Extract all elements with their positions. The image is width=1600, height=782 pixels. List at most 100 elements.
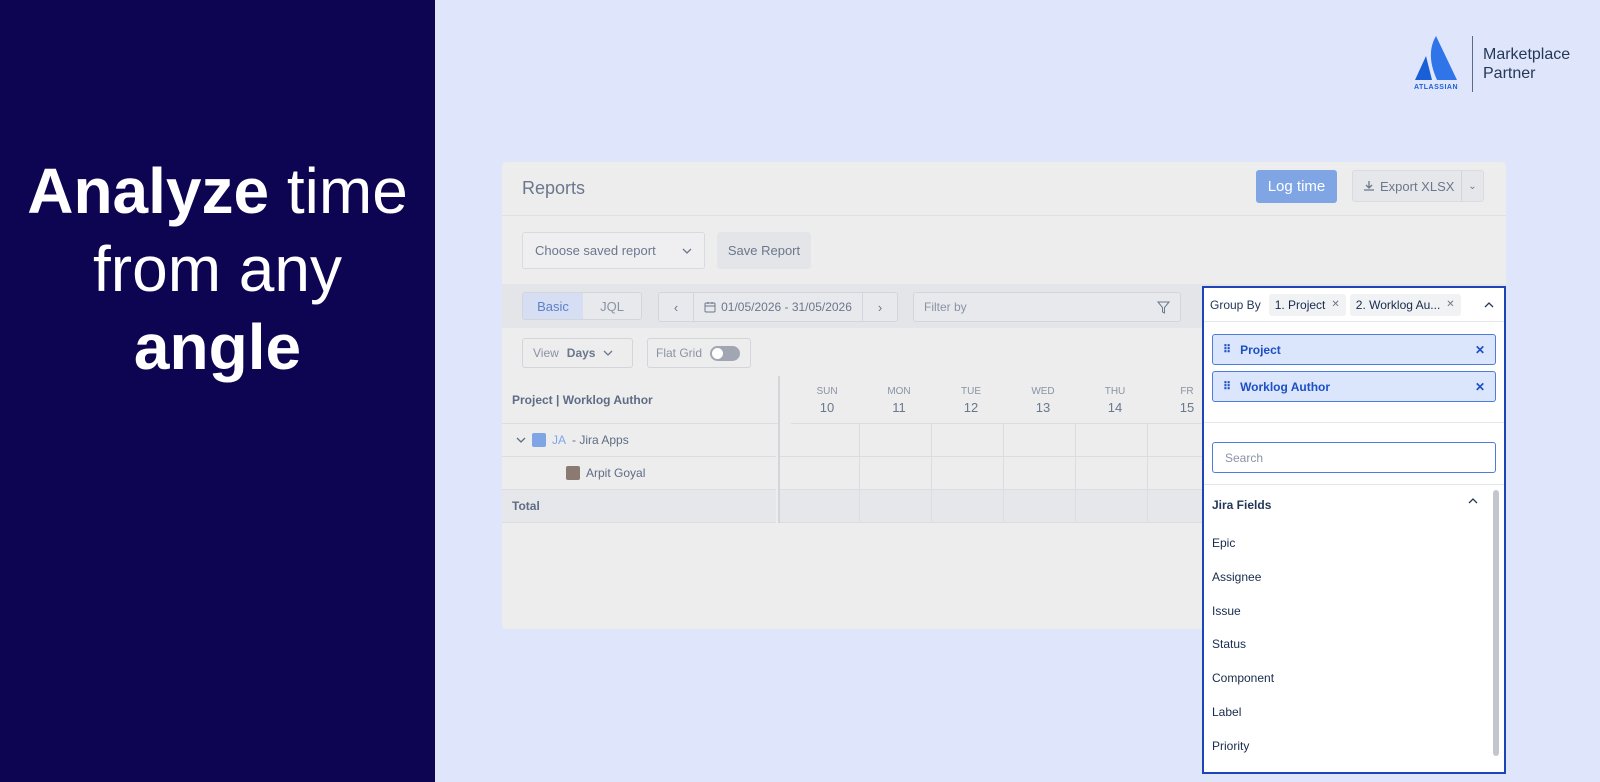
partner-line-2: Partner	[1483, 65, 1536, 82]
author-row: Arpit Goyal	[502, 457, 776, 490]
divider	[1204, 422, 1504, 423]
chevron-up-icon[interactable]	[1484, 301, 1494, 308]
query-mode-toggle: Basic JQL	[522, 292, 642, 320]
badge-divider	[1472, 36, 1473, 92]
remove-group-icon[interactable]: ✕	[1475, 380, 1485, 394]
date-range-field[interactable]: 01/05/2026 - 31/05/2026	[693, 293, 863, 321]
day-number: 12	[963, 400, 979, 415]
mode-jql-tab[interactable]: JQL	[583, 293, 641, 319]
day-name: TUE	[961, 386, 981, 397]
saved-report-select[interactable]: Choose saved report	[522, 232, 705, 269]
jira-fields-section-header[interactable]: Jira Fields	[1212, 498, 1478, 512]
headline-word: time	[286, 155, 408, 227]
group-chip-project[interactable]: 1. Project ✕	[1268, 293, 1346, 316]
partner-text: Marketplace Partner	[1483, 45, 1570, 83]
day-column-header: TUE 12	[935, 376, 1007, 424]
field-option-label[interactable]: Label	[1212, 705, 1241, 719]
atlassian-mark-icon	[1415, 36, 1457, 80]
day-name: MON	[887, 386, 911, 397]
day-column-header: THU 14	[1079, 376, 1151, 424]
download-icon	[1364, 181, 1374, 191]
partner-line-1: Marketplace	[1483, 46, 1571, 63]
headline-line-3: angle	[134, 308, 301, 386]
export-menu-chevron-icon[interactable]: ⌄	[1461, 171, 1483, 201]
atlassian-wordmark: ATLASSIAN	[1413, 84, 1459, 91]
field-option-epic[interactable]: Epic	[1212, 536, 1235, 550]
selected-group-project[interactable]: ⠿ Project ✕	[1212, 334, 1496, 365]
chevron-down-icon	[682, 248, 692, 254]
day-number: 13	[1035, 400, 1051, 415]
day-column-header: WED 13	[1007, 376, 1079, 424]
save-report-button[interactable]: Save Report	[717, 232, 811, 269]
remove-chip-icon[interactable]: ✕	[1446, 299, 1454, 310]
remove-chip-icon[interactable]: ✕	[1331, 299, 1339, 310]
prev-period-chevron-icon[interactable]: ‹	[659, 293, 693, 321]
search-placeholder: Search	[1225, 450, 1264, 465]
avatar	[566, 466, 580, 480]
filter-input[interactable]: Filter by	[913, 292, 1181, 322]
group-by-label: Group By	[1210, 297, 1261, 312]
group-chip-worklog-author[interactable]: 2. Worklog Au... ✕	[1349, 293, 1461, 316]
drag-handle-icon[interactable]: ⠿	[1223, 343, 1231, 356]
day-column-header: SUN 10	[791, 376, 863, 424]
grid-line	[1003, 424, 1004, 523]
field-option-component[interactable]: Component	[1212, 671, 1274, 685]
group-by-dropdown: Group By 1. Project ✕ 2. Worklog Au... ✕ ⠿…	[1202, 286, 1506, 774]
export-button[interactable]: Export XLSX ⌄	[1352, 170, 1484, 202]
grid-line	[1147, 424, 1148, 523]
day-number: 10	[819, 400, 835, 415]
export-label: Export XLSX	[1380, 178, 1455, 194]
headline-emphasis: Analyze	[27, 155, 270, 227]
section-title: Jira Fields	[1212, 498, 1272, 512]
project-row[interactable]: JA - Jira Apps	[502, 424, 776, 457]
grid-header: Project | Worklog Author	[502, 376, 778, 424]
chevron-down-icon[interactable]	[516, 437, 526, 443]
drag-handle-icon[interactable]: ⠿	[1223, 380, 1231, 393]
filter-funnel-icon	[1157, 301, 1170, 314]
selected-group-label: Project	[1240, 342, 1281, 357]
headline-line-2: from any	[93, 233, 342, 305]
day-column-header: MON 11	[863, 376, 935, 424]
day-name: WED	[1031, 386, 1055, 397]
flat-grid-control: Flat Grid	[647, 338, 751, 368]
group-by-bar[interactable]: Group By 1. Project ✕ 2. Worklog Au... ✕	[1204, 288, 1504, 322]
atlassian-logo: ATLASSIAN	[1410, 34, 1462, 94]
view-value: Days	[566, 346, 596, 360]
day-name: THU	[1104, 386, 1126, 397]
group-search-input[interactable]: Search	[1212, 442, 1496, 473]
field-option-status[interactable]: Status	[1212, 637, 1246, 651]
headline-emphasis-2: angle	[133, 311, 302, 383]
headline-line-1: Analyze time	[27, 152, 408, 230]
field-option-assignee[interactable]: Assignee	[1212, 570, 1261, 584]
field-option-priority[interactable]: Priority	[1212, 739, 1249, 753]
total-label: Total	[512, 499, 540, 513]
author-name: Arpit Goyal	[586, 466, 646, 480]
project-key[interactable]: JA	[552, 433, 566, 447]
marketplace-partner-badge: ATLASSIAN Marketplace Partner	[1410, 34, 1570, 94]
grid-line	[859, 424, 860, 523]
field-option-issue[interactable]: Issue	[1212, 604, 1241, 618]
mode-basic-tab[interactable]: Basic	[523, 293, 583, 319]
export-label-wrap[interactable]: Export XLSX	[1353, 179, 1461, 194]
remove-group-icon[interactable]: ✕	[1475, 343, 1485, 357]
chevron-up-icon[interactable]	[1468, 498, 1478, 504]
calendar-icon	[704, 302, 716, 313]
chip-label: 2. Worklog Au...	[1355, 297, 1441, 312]
chip-label: 1. Project	[1274, 297, 1326, 312]
project-name: - Jira Apps	[572, 433, 629, 447]
view-select[interactable]: View Days	[522, 338, 633, 368]
selected-group-label: Worklog Author	[1240, 379, 1331, 394]
flat-grid-label: Flat Grid	[656, 346, 703, 360]
day-number: 14	[1107, 400, 1123, 415]
filter-placeholder: Filter by	[924, 300, 967, 314]
next-period-chevron-icon[interactable]: ›	[863, 293, 897, 321]
dropdown-scrollbar[interactable]	[1493, 490, 1499, 756]
log-time-button[interactable]: Log time	[1256, 170, 1337, 203]
grid-divider	[778, 376, 780, 523]
total-row: Total	[502, 490, 776, 523]
project-icon	[532, 433, 546, 447]
day-name: SUN	[816, 386, 838, 397]
selected-group-worklog-author[interactable]: ⠿ Worklog Author ✕	[1212, 371, 1496, 402]
saved-report-placeholder: Choose saved report	[535, 243, 656, 258]
flat-grid-toggle[interactable]	[710, 345, 741, 361]
